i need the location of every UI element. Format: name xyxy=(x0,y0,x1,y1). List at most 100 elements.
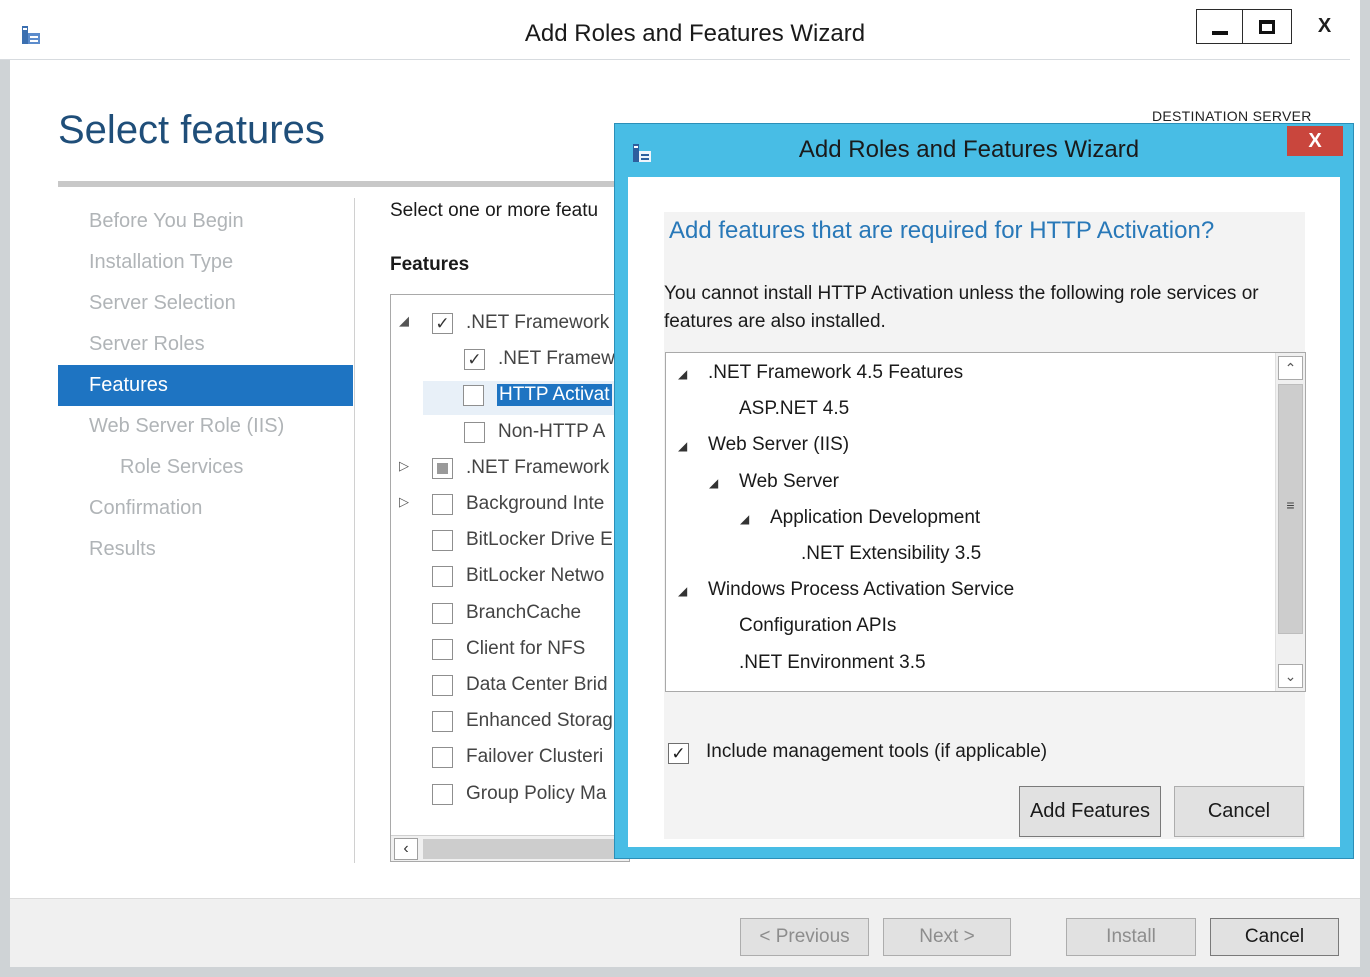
feature-row[interactable]: HTTP Activat xyxy=(423,381,629,416)
scroll-left-icon[interactable]: ‹ xyxy=(394,838,418,860)
nav-item-role-services[interactable]: Role Services xyxy=(58,447,353,488)
dialog-cancel-button[interactable]: Cancel xyxy=(1174,786,1304,837)
maximize-icon xyxy=(1259,19,1275,34)
cancel-button[interactable]: Cancel xyxy=(1210,918,1339,956)
feature-row[interactable]: ✓ .NET Framew xyxy=(391,345,629,379)
feature-label: BitLocker Drive E xyxy=(466,529,613,551)
previous-button[interactable]: < Previous xyxy=(740,918,869,956)
feature-checkbox[interactable]: ✓ xyxy=(464,349,485,371)
tree-row[interactable]: ◢ Web Server xyxy=(666,471,1266,501)
scroll-down-icon[interactable]: ⌄ xyxy=(1278,664,1303,688)
feature-row[interactable]: Client for NFS xyxy=(391,635,629,669)
include-tools-checkbox[interactable]: ✓ xyxy=(668,743,689,764)
triangle-expanded-icon[interactable]: ◢ xyxy=(399,313,409,329)
feature-checkbox[interactable] xyxy=(432,494,453,515)
feature-row[interactable]: ▷ .NET Framework xyxy=(391,454,629,488)
feature-label: .NET Framew xyxy=(498,348,615,370)
triangle-expanded-icon[interactable]: ◢ xyxy=(740,512,749,526)
scroll-thumb[interactable]: ≡ xyxy=(1278,384,1303,634)
feature-label: BitLocker Netwo xyxy=(466,565,605,587)
feature-row[interactable]: Data Center Brid xyxy=(391,671,629,705)
tree-row[interactable]: .NET Environment 3.5 xyxy=(666,652,1266,682)
install-button[interactable]: Install xyxy=(1066,918,1196,956)
dialog-body: Add features that are required for HTTP … xyxy=(628,177,1340,847)
dialog-description: You cannot install HTTP Activation unles… xyxy=(664,283,1259,332)
feature-row[interactable]: Enhanced Storag xyxy=(391,707,629,741)
dialog-close-button[interactable]: X xyxy=(1287,126,1343,156)
feature-checkbox[interactable] xyxy=(432,638,453,660)
feature-row[interactable]: Group Policy Ma xyxy=(391,780,629,814)
nav-item-before-you-begin[interactable]: Before You Begin xyxy=(58,201,353,242)
triangle-collapsed-icon[interactable]: ▷ xyxy=(399,494,409,510)
feature-label: Client for NFS xyxy=(466,637,586,659)
tree-label: .NET Extensibility 3.5 xyxy=(801,543,982,564)
feature-row[interactable]: Non-HTTP A xyxy=(391,418,629,452)
feature-checkbox[interactable] xyxy=(432,711,453,733)
nav-item-server-selection[interactable]: Server Selection xyxy=(58,283,353,324)
vertical-scrollbar[interactable]: ⌃ ≡ ⌄ xyxy=(1275,353,1305,691)
feature-label: Data Center Brid xyxy=(466,674,608,695)
feature-row[interactable]: BitLocker Drive E xyxy=(391,526,629,560)
tree-row[interactable]: Configuration APIs xyxy=(666,615,1266,645)
minimize-button[interactable] xyxy=(1196,9,1242,44)
triangle-collapsed-icon[interactable]: ▷ xyxy=(399,458,409,474)
nav-item-confirmation[interactable]: Confirmation xyxy=(58,488,353,529)
title-divider xyxy=(58,181,628,187)
feature-checkbox[interactable] xyxy=(432,457,453,479)
feature-label: .NET Framework xyxy=(466,456,610,478)
feature-checkbox[interactable] xyxy=(432,783,453,805)
close-button[interactable]: X xyxy=(1293,9,1356,44)
tree-label: Configuration APIs xyxy=(739,615,897,637)
horizontal-scrollbar[interactable]: ‹ xyxy=(391,835,629,861)
tree-label: .NET Framework 4.5 Features xyxy=(708,362,964,383)
features-list[interactable]: ◢ ✓ .NET Framework ✓ .NET Framew HTTP Activat… xyxy=(390,294,630,862)
tree-row[interactable]: ◢ Web Server (IIS) xyxy=(666,434,1266,464)
feature-row[interactable]: Failover Clusteri xyxy=(391,743,629,777)
feature-checkbox[interactable] xyxy=(464,421,485,443)
feature-label: Enhanced Storag xyxy=(466,710,613,732)
feature-checkbox[interactable]: ✓ xyxy=(432,313,453,334)
include-tools-label: Include management tools (if applicable) xyxy=(706,741,1048,762)
add-features-button[interactable]: Add Features xyxy=(1019,786,1161,837)
feature-row[interactable]: ◢ ✓ .NET Framework xyxy=(391,309,629,343)
nav-item-features[interactable]: Features xyxy=(58,365,353,406)
feature-row[interactable]: BranchCache xyxy=(391,599,629,633)
feature-checkbox[interactable] xyxy=(432,530,453,552)
tree-label: Application Development xyxy=(770,506,981,528)
tree-row[interactable]: .NET Extensibility 3.5 xyxy=(666,543,1266,573)
triangle-expanded-icon[interactable]: ◢ xyxy=(678,584,687,598)
maximize-button[interactable] xyxy=(1242,9,1292,44)
triangle-expanded-icon[interactable]: ◢ xyxy=(709,476,718,490)
feature-checkbox[interactable] xyxy=(432,602,453,624)
tree-row[interactable]: ASP.NET 4.5 xyxy=(666,398,1266,428)
feature-row[interactable]: BitLocker Netwo xyxy=(391,562,629,596)
dialog-titlebar: Add Roles and Features Wizard X xyxy=(615,124,1353,177)
feature-label: Failover Clusteri xyxy=(466,746,604,768)
dialog-title-text: Add Roles and Features Wizard xyxy=(798,136,1140,163)
feature-checkbox[interactable] xyxy=(432,566,453,588)
window-title: Add Roles and Features Wizard xyxy=(524,20,866,47)
triangle-expanded-icon[interactable]: ◢ xyxy=(678,439,687,453)
nav-item-installation-type[interactable]: Installation Type xyxy=(58,242,353,283)
feature-label: HTTP Activat xyxy=(497,384,612,407)
required-features-tree[interactable]: ◢ .NET Framework 4.5 Features ASP.NET 4.5 ◢… xyxy=(665,352,1306,692)
feature-checkbox[interactable] xyxy=(432,675,453,696)
scroll-up-icon[interactable]: ⌃ xyxy=(1278,356,1303,380)
tree-row[interactable]: ◢ Application Development xyxy=(666,507,1266,537)
tree-row[interactable]: ◢ Windows Process Activation Service xyxy=(666,579,1266,609)
nav-item-server-roles[interactable]: Server Roles xyxy=(58,324,353,365)
scroll-thumb[interactable] xyxy=(423,839,623,859)
dialog-question: Add features that are required for HTTP … xyxy=(669,217,1215,244)
feature-label: Background Inte xyxy=(466,493,605,514)
feature-checkbox[interactable] xyxy=(432,747,453,769)
nav-item-web-server-role-iis[interactable]: Web Server Role (IIS) xyxy=(58,406,353,447)
feature-checkbox[interactable] xyxy=(463,385,484,407)
tree-row[interactable]: ◢ .NET Framework 4.5 Features xyxy=(666,362,1266,392)
next-button[interactable]: Next > xyxy=(883,918,1011,956)
nav-item-results[interactable]: Results xyxy=(58,529,353,570)
main-titlebar: Add Roles and Features Wizard X xyxy=(0,0,1356,60)
dialog-content: Add features that are required for HTTP … xyxy=(664,212,1306,839)
feature-row[interactable]: ▷ Background Inte xyxy=(391,490,629,524)
triangle-expanded-icon[interactable]: ◢ xyxy=(678,367,687,381)
page-title: Select features xyxy=(58,108,325,152)
